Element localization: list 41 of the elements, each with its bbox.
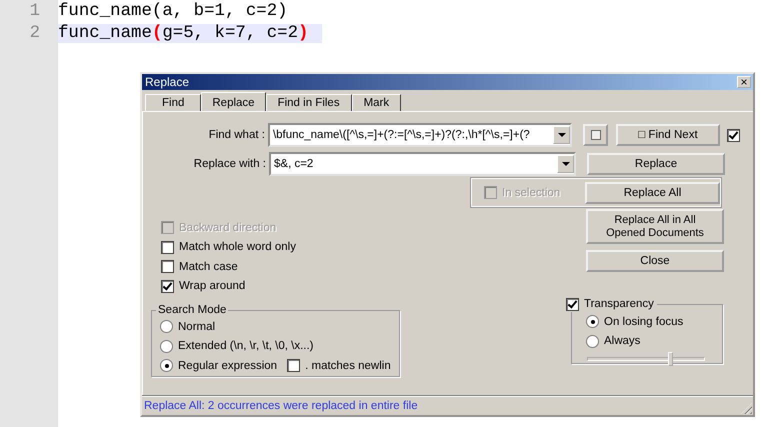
radio-button[interactable]	[586, 334, 599, 348]
radio-button[interactable]	[586, 315, 599, 328]
radio-option[interactable]: Always	[586, 332, 714, 351]
square-icon	[590, 130, 601, 140]
radio-button[interactable]	[160, 359, 173, 372]
tab[interactable]: Find in Files	[266, 94, 352, 111]
tab[interactable]: Find	[145, 94, 202, 111]
transparency-slider[interactable]	[587, 352, 705, 366]
tab[interactable]: Mark	[352, 94, 402, 111]
replace-with-field[interactable]: $&, c=2	[269, 152, 576, 176]
find-next-button[interactable]: □ Find Next	[616, 124, 720, 146]
window-title: Replace	[145, 75, 190, 89]
code-line: func_name(a, b=1, c=2)	[58, 2, 289, 20]
option-checkbox[interactable]: Wrap around	[151, 276, 571, 296]
radio-button[interactable]	[160, 340, 173, 353]
field-label: Find what :	[208, 129, 265, 141]
field-label: Replace with :	[192, 158, 266, 170]
tab[interactable]: Replace	[201, 92, 266, 112]
radio-option[interactable]: Regular expression . matches newlin	[160, 356, 391, 376]
radio-option[interactable]: Extended (\n, \r, \t, \0, \x...)	[160, 336, 391, 356]
radio-option[interactable]: Normal	[160, 317, 391, 336]
checkbox[interactable]	[727, 128, 740, 142]
find-what-field[interactable]: \bfunc_name\([^\s,=]+(?:=[^\s,=]+)?(?:,\h*[^\s,=]+(?	[268, 123, 572, 147]
replace-all-button[interactable]: Replace All	[585, 182, 720, 204]
transparency-checkbox[interactable]: Transparency	[566, 296, 654, 312]
status-message: Replace All: 2 occurrences were replaced in entire file	[142, 395, 753, 415]
slider-thumb[interactable]	[668, 352, 673, 366]
checkbox-label: . matches newlin	[305, 360, 391, 372]
group-title: Search Mode	[157, 304, 228, 316]
close-dialog-button[interactable]: Close	[586, 250, 724, 272]
replace-all-documents-button[interactable]: Replace All in All Opened Documents	[586, 209, 724, 244]
option-checkbox[interactable]: Match case	[151, 257, 571, 276]
replace-button[interactable]: Replace	[587, 153, 725, 175]
radio-button[interactable]	[160, 320, 173, 334]
radio-option[interactable]: On losing focus	[586, 312, 714, 332]
checkbox[interactable]	[287, 359, 300, 372]
line-number: 2	[28, 24, 41, 42]
line-number: 1	[28, 2, 41, 20]
close-button[interactable]: ×	[737, 76, 751, 88]
small-button[interactable]	[583, 124, 608, 146]
option-checkbox[interactable]: Match whole word only	[151, 238, 571, 257]
